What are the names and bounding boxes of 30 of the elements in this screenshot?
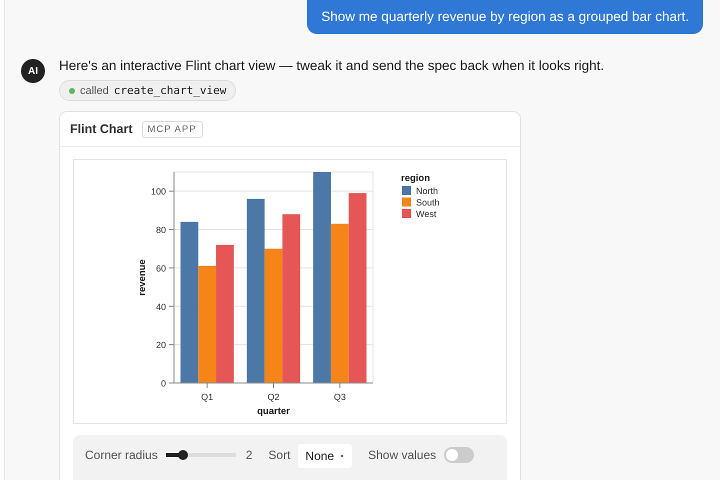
x-tick-label: Q3 bbox=[334, 392, 346, 402]
assistant-message: Here's an interactive Flint chart view — tweak it and send the spec back when it looks right. bbox=[59, 57, 604, 73]
legend-label: South bbox=[416, 198, 440, 208]
tool-name: create_chart_view bbox=[114, 84, 226, 97]
y-axis-title: revenue bbox=[137, 259, 148, 296]
user-message: Show me quarterly revenue by region as a grouped bar chart. bbox=[307, 0, 703, 34]
show-values-toggle[interactable] bbox=[444, 447, 474, 463]
caret-icon bbox=[339, 453, 346, 459]
y-tick-label: 80 bbox=[156, 225, 166, 236]
slider-label: Corner radius bbox=[85, 447, 158, 464]
y-tick-label: 100 bbox=[150, 186, 166, 197]
y-tick-label: 60 bbox=[156, 263, 166, 274]
sort-label: Sort bbox=[268, 447, 290, 464]
x-tick-label: Q1 bbox=[201, 392, 214, 402]
card-title: Flint Chart bbox=[70, 122, 132, 136]
sort-select[interactable]: None bbox=[298, 444, 352, 468]
tool-call-chip[interactable]: called create_chart_view bbox=[59, 80, 236, 101]
x-axis-title: quarter bbox=[257, 406, 290, 417]
assistant-avatar: AI bbox=[21, 59, 45, 83]
tool-call-label: called bbox=[80, 84, 109, 96]
legend-label: West bbox=[416, 209, 436, 219]
app-badge: MCP APP bbox=[142, 120, 203, 138]
toggle-label: Show values bbox=[368, 447, 436, 464]
legend-label: North bbox=[416, 186, 438, 196]
y-tick-label: 40 bbox=[156, 302, 166, 312]
legend-title: region bbox=[401, 173, 430, 184]
slider-value: 2 bbox=[246, 447, 252, 464]
y-tick-label: 20 bbox=[156, 340, 166, 350]
y-tick-label: 0 bbox=[160, 378, 166, 388]
x-tick-label: Q2 bbox=[268, 392, 280, 402]
